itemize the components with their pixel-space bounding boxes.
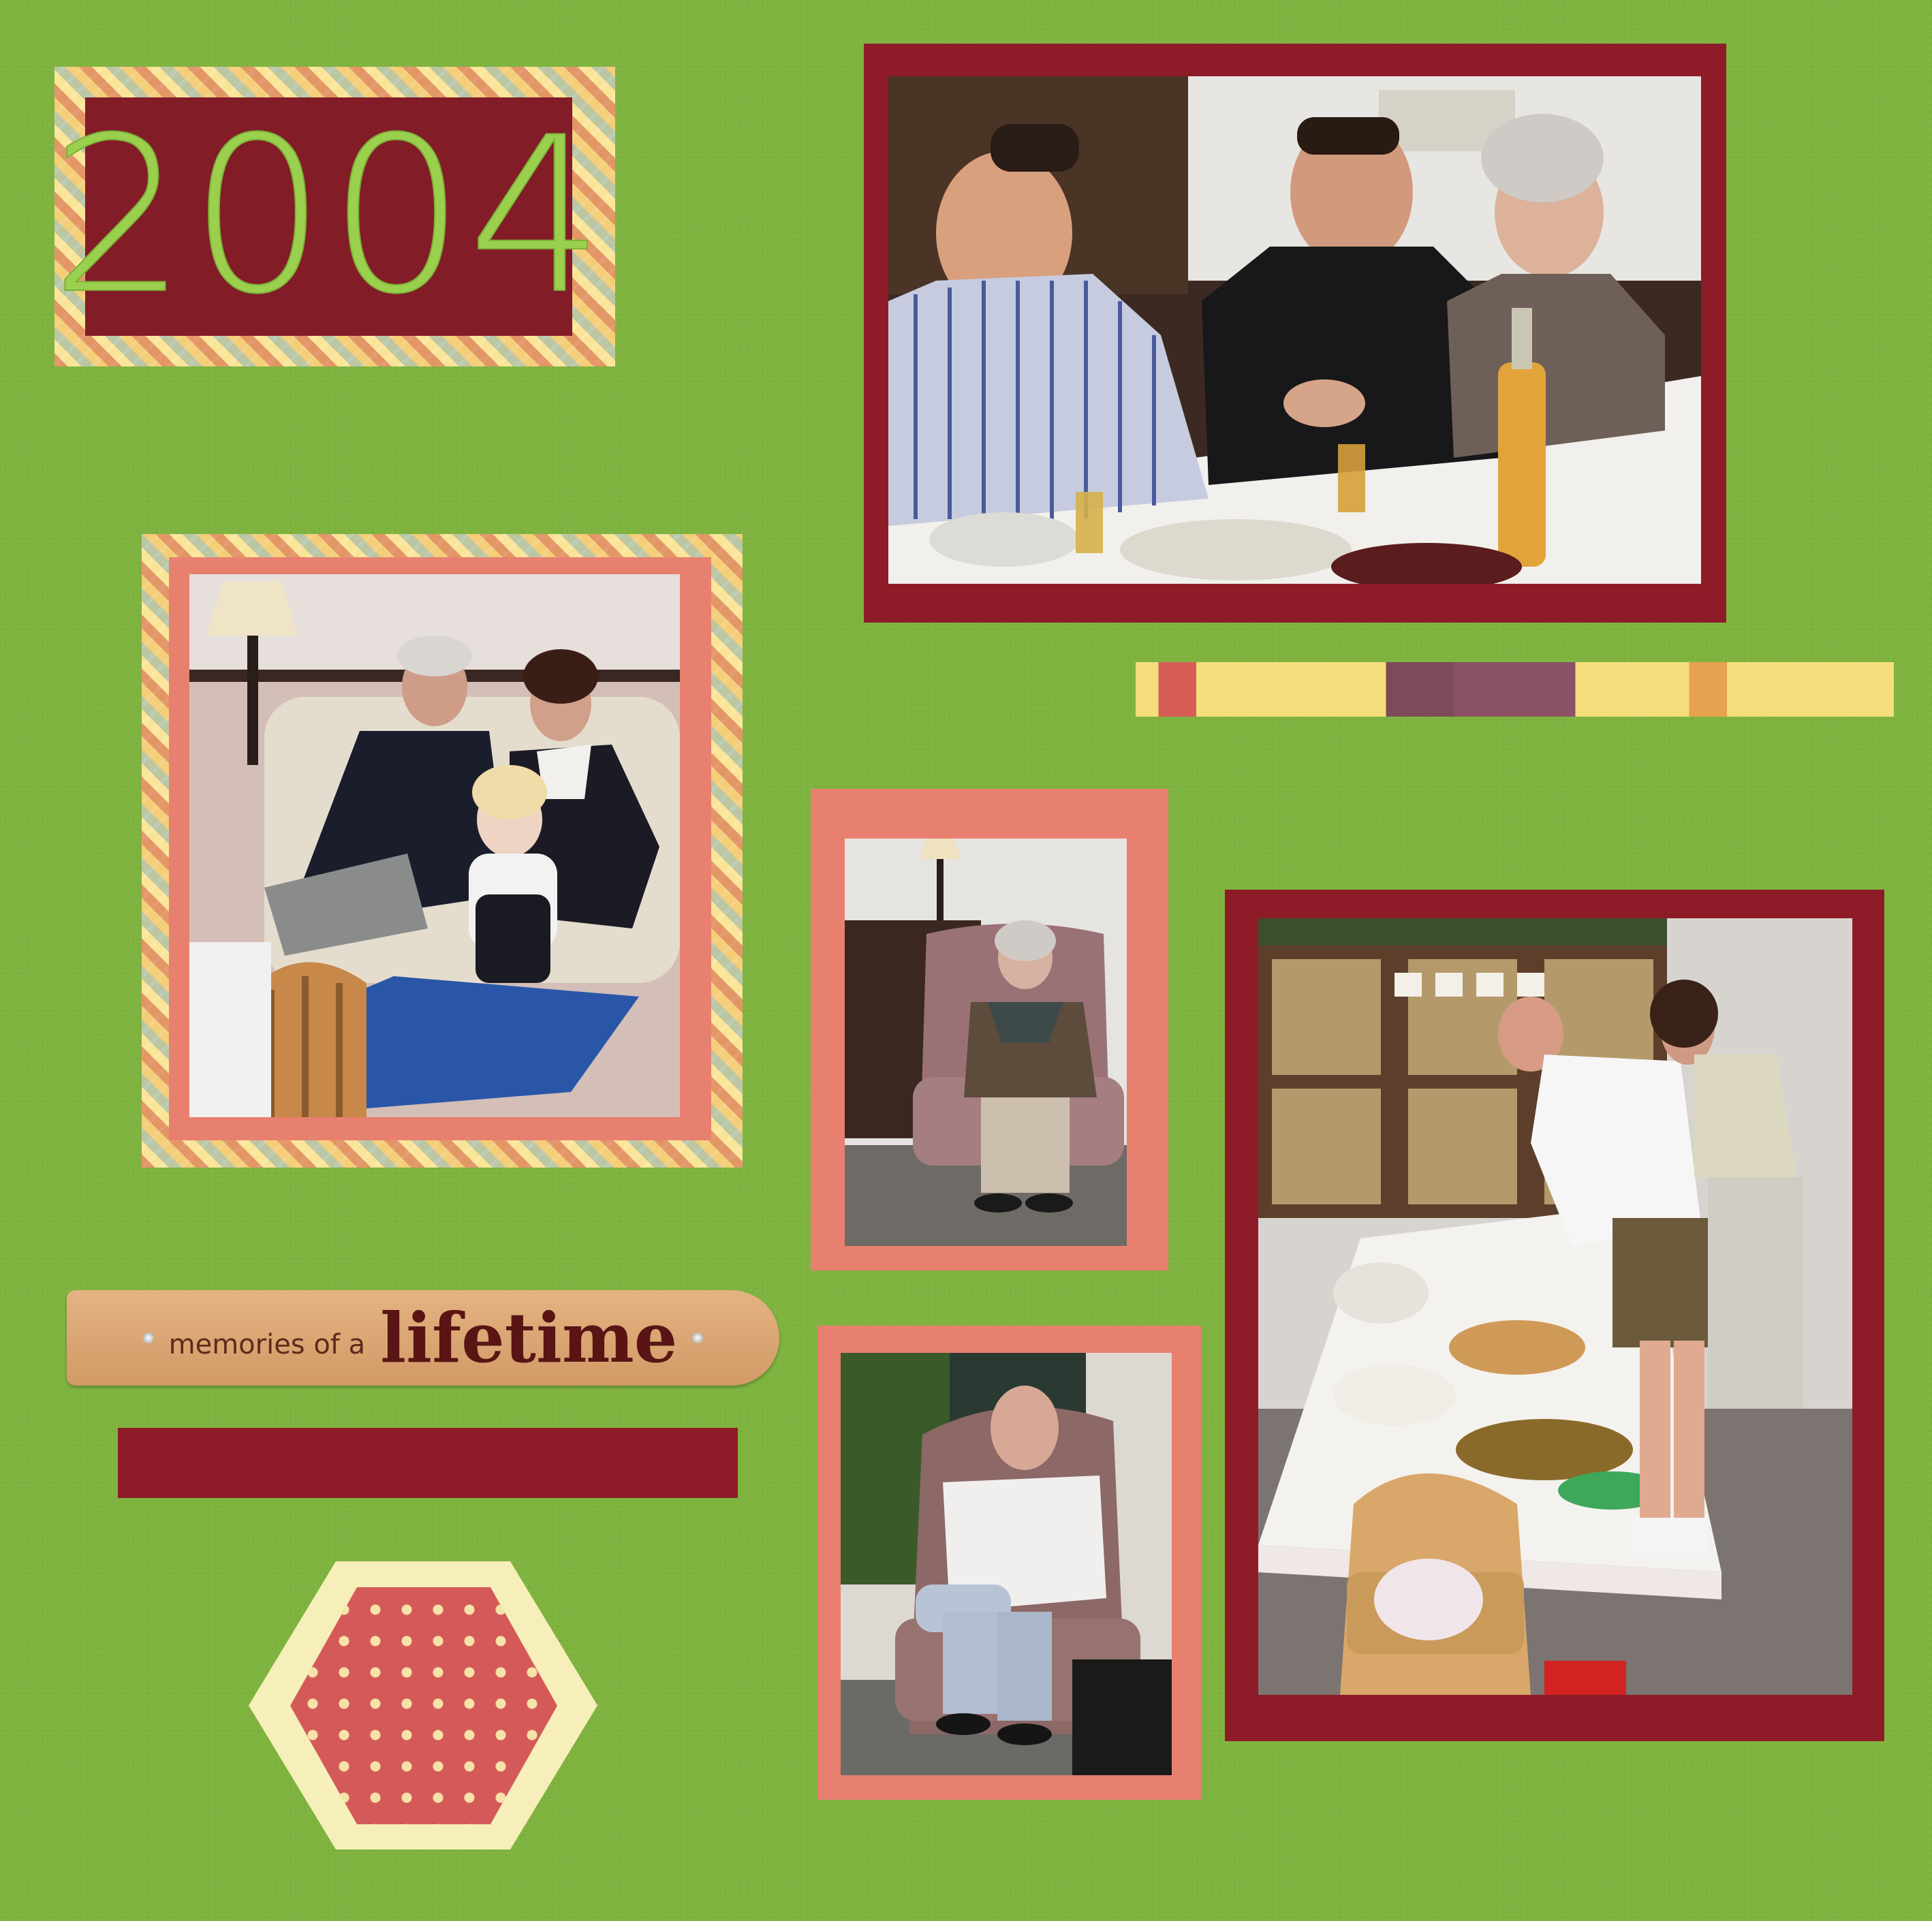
tag-lifetime-text: lifetime	[380, 1298, 678, 1378]
tag-prefix-text: memories of a	[168, 1329, 366, 1360]
burgundy-accent-strip	[118, 1428, 738, 1498]
grandparents-with-toddler-photo	[189, 574, 680, 1117]
brad-right-icon	[692, 1332, 704, 1343]
grandfather-in-armchair-photo	[841, 1353, 1172, 1775]
memories-of-a-lifetime-tag: memories of a lifetime	[67, 1290, 779, 1386]
grandmother-in-armchair-photo	[845, 839, 1127, 1246]
scrapbook-page: 2004 memories of a lifetime	[0, 0, 1932, 1921]
family-dinner-table-photo	[888, 76, 1701, 584]
year-title: 2004	[50, 91, 608, 341]
brad-left-icon	[142, 1332, 154, 1343]
buffet-table-photo	[1258, 918, 1852, 1695]
patterned-border-strip	[1136, 662, 1894, 717]
year-title-burgundy-panel: 2004	[50, 91, 608, 341]
